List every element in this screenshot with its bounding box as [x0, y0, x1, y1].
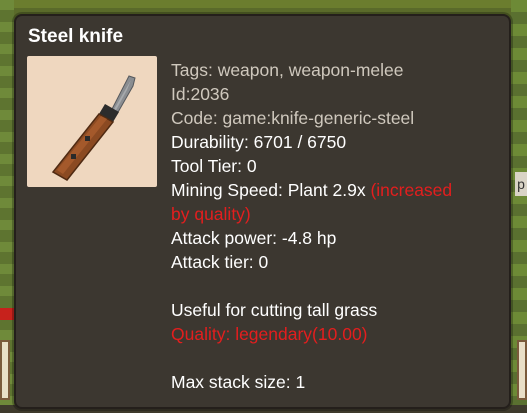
max-stack-line: Max stack size: 1: [171, 372, 306, 392]
item-tooltip: Steel knife Tags: weapon, weapon-melee I…: [14, 14, 511, 409]
description-line: Useful for cutting tall grass: [171, 300, 378, 320]
game-background-top: [0, 0, 527, 8]
mining-speed-label: Mining Speed: Plant 2.9x: [171, 180, 371, 200]
item-icon-frame: [27, 56, 157, 187]
id-line: Id:2036: [171, 84, 230, 104]
health-bar-fragment: [0, 308, 14, 320]
steel-knife-icon: [51, 75, 136, 181]
mining-speed-line: Mining Speed: Plant 2.9x (increased: [171, 178, 501, 202]
quality-line: Quality: legendary(10.00): [171, 324, 368, 344]
code-line: Code: game:knife-generic-steel: [171, 108, 415, 128]
mining-speed-note: (increased: [370, 180, 453, 200]
side-button[interactable]: p: [515, 172, 527, 196]
hotbar-slot-left[interactable]: [0, 340, 10, 400]
durability-line: Durability: 6701 / 6750: [171, 132, 347, 152]
item-title: Steel knife: [28, 26, 124, 47]
item-info: Tags: weapon, weapon-melee Id:2036 Code:…: [171, 58, 501, 394]
mining-speed-note-cont: by quality): [171, 204, 251, 224]
attack-tier-line: Attack tier: 0: [171, 252, 269, 272]
hotbar-slot-right[interactable]: [517, 340, 527, 400]
attack-power-line: Attack power: -4.8 hp: [171, 228, 337, 248]
tool-tier-line: Tool Tier: 0: [171, 156, 257, 176]
tags-line: Tags: weapon, weapon-melee: [171, 60, 404, 80]
